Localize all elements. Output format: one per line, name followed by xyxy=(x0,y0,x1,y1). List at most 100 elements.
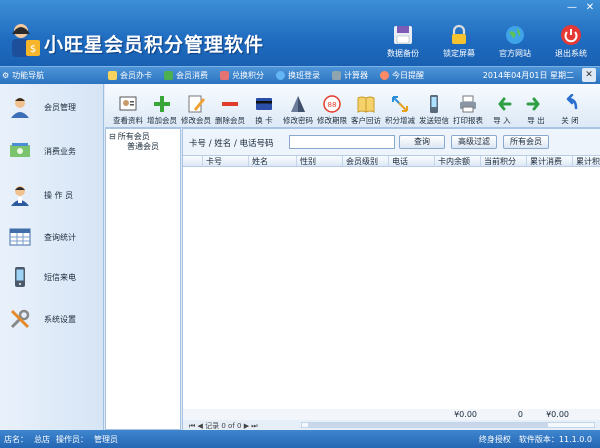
column-header-total-spend[interactable]: 累计消费 xyxy=(527,156,573,166)
tree-root[interactable]: ⊟ 所有会员 xyxy=(109,131,177,141)
quick-calculator[interactable]: 计算器 xyxy=(332,70,368,81)
change-password-button[interactable]: 修改密码 xyxy=(281,84,315,127)
edit-member-button[interactable]: 修改会员 xyxy=(179,84,213,127)
quick-shift[interactable]: 换班登录 xyxy=(276,70,320,81)
advanced-filter-button[interactable]: 高级过滤 xyxy=(451,135,497,149)
scrollbar-thumb[interactable] xyxy=(308,423,548,427)
lock-label: 锁定屏幕 xyxy=(443,49,475,58)
column-header-phone[interactable]: 电话 xyxy=(389,156,435,166)
operator-name: 管理员 xyxy=(94,435,118,444)
toolbar: 查看资料 增加会员 修改会员 删除会员 换 卡 修改密码 88 修改期限 客户回访… xyxy=(105,84,600,128)
sidebar-item-statistics[interactable]: 查询统计 xyxy=(0,216,104,258)
cash-icon xyxy=(10,143,30,157)
expiry-icon: 88 xyxy=(323,95,341,113)
sms-icon xyxy=(430,95,438,113)
plus-icon xyxy=(154,96,170,112)
member-icon xyxy=(11,98,29,118)
quick-reminder-label: 今日提醒 xyxy=(392,71,424,80)
change-card-button[interactable]: 换 卡 xyxy=(247,84,281,127)
column-header-gender[interactable]: 性别 xyxy=(297,156,343,166)
quick-card-issue[interactable]: 会员办卡 xyxy=(108,70,152,81)
version-number: 11.1.0.0 xyxy=(558,435,592,444)
backup-button[interactable]: 数据备份 xyxy=(380,24,426,59)
gift-icon xyxy=(220,71,229,80)
view-profile-button[interactable]: 查看资料 xyxy=(111,84,145,127)
horizontal-scrollbar[interactable] xyxy=(301,422,595,428)
column-header-points[interactable]: 当前积分 xyxy=(481,156,527,166)
minimize-button[interactable]: — xyxy=(566,2,578,14)
quick-consume[interactable]: 会员消费 xyxy=(164,70,208,81)
adjust-points-button[interactable]: 积分增减 xyxy=(383,84,417,127)
tree-collapse-icon[interactable]: ⊟ xyxy=(109,132,116,141)
column-header-name[interactable]: 姓名 xyxy=(249,156,297,166)
add-member-label: 增加会员 xyxy=(147,116,177,125)
backup-label: 数据备份 xyxy=(387,49,419,58)
current-date: 2014年04月01日 星期二 xyxy=(482,71,574,80)
exit-button[interactable]: 退出系统 xyxy=(548,24,594,59)
import-button[interactable]: 导 入 xyxy=(485,84,519,127)
view-icon xyxy=(119,96,137,111)
website-button[interactable]: 官方网站 xyxy=(492,24,538,59)
lock-screen-button[interactable]: 锁定屏幕 xyxy=(436,24,482,59)
search-label: 卡号 / 姓名 / 电话号码 xyxy=(189,139,274,149)
add-member-button[interactable]: 增加会员 xyxy=(145,84,179,127)
svg-text:88: 88 xyxy=(328,101,337,109)
query-button[interactable]: 查询 xyxy=(399,135,445,149)
change-expiry-label: 修改期限 xyxy=(317,116,347,125)
export-button[interactable]: 导 出 xyxy=(519,84,553,127)
nav-header: ⚙ 功能导航 xyxy=(2,70,44,81)
summary-points: 0 xyxy=(517,410,523,419)
column-header-select[interactable] xyxy=(183,156,203,166)
delete-member-button[interactable]: 删除会员 xyxy=(213,84,247,127)
send-sms-label: 发送短信 xyxy=(419,116,449,125)
book-icon xyxy=(357,96,375,113)
table-icon xyxy=(9,228,31,246)
column-header-card-no[interactable]: 卡号 xyxy=(203,156,249,166)
quick-reminder[interactable]: 今日提醒 xyxy=(380,70,424,81)
panel-close-button[interactable]: ✕ xyxy=(582,68,596,82)
export-label: 导 出 xyxy=(527,116,545,125)
pager: ⏮ ◀ 记录 0 of 0 ▶ ⏭ xyxy=(183,420,600,430)
column-header-total-points[interactable]: 累计积分 xyxy=(573,156,600,166)
exit-label: 退出系统 xyxy=(555,49,587,58)
print-report-button[interactable]: 打印报表 xyxy=(451,84,485,127)
window-controls: — ✕ xyxy=(566,2,596,14)
quick-redeem-label: 兑换积分 xyxy=(232,71,264,80)
sidebar-item-sms[interactable]: 短信来电 xyxy=(0,256,104,298)
window-close-button[interactable]: ✕ xyxy=(584,2,596,14)
all-members-button[interactable]: 所有会员 xyxy=(503,135,549,149)
website-label: 官方网站 xyxy=(499,49,531,58)
column-header-balance[interactable]: 卡内余额 xyxy=(435,156,481,166)
print-report-label: 打印报表 xyxy=(453,116,483,125)
key-icon xyxy=(291,96,305,112)
column-header-level[interactable]: 会员级别 xyxy=(343,156,389,166)
send-sms-button[interactable]: 发送短信 xyxy=(417,84,451,127)
sidebar-label-members: 会员管理 xyxy=(44,102,76,112)
alarm-icon xyxy=(380,71,389,80)
change-expiry-button[interactable]: 88 修改期限 xyxy=(315,84,349,127)
app-logo-icon: $ xyxy=(12,24,40,57)
tree-child[interactable]: 普通会员 xyxy=(109,141,177,151)
sidebar-item-operators[interactable]: 操 作 员 xyxy=(0,174,104,216)
sidebar: 会员管理 消费业务 操 作 员 查询统计 短信来电 系统设置 xyxy=(0,84,104,430)
sidebar-label-statistics: 查询统计 xyxy=(44,232,76,242)
system-buttons: 数据备份 锁定屏幕 官方网站 退出系统 xyxy=(380,24,594,59)
sidebar-item-members[interactable]: 会员管理 xyxy=(0,86,104,128)
edit-member-label: 修改会员 xyxy=(181,116,211,125)
close-button[interactable]: 关 闭 xyxy=(553,84,587,127)
search-input[interactable] xyxy=(289,135,395,149)
sidebar-item-consumption[interactable]: 消费业务 xyxy=(0,130,104,172)
sidebar-label-consumption: 消费业务 xyxy=(44,146,76,156)
license-status: 终身授权 xyxy=(478,435,511,444)
sidebar-item-settings[interactable]: 系统设置 xyxy=(0,298,104,340)
svg-text:$: $ xyxy=(30,44,36,55)
swap-card-icon xyxy=(256,98,272,110)
quick-redeem[interactable]: 兑换积分 xyxy=(220,70,264,81)
title-bar: $ 小旺星会员积分管理软件 — ✕ 数据备份 锁定屏幕 官方网站 退出系统 xyxy=(0,0,600,66)
summary-balance: ¥0.00 xyxy=(454,410,477,419)
nav-title: 功能导航 xyxy=(12,71,45,80)
quick-actions: 会员办卡 会员消费 兑换积分 换班登录 计算器 今日提醒 xyxy=(108,70,424,81)
customer-visit-button[interactable]: 客户回访 xyxy=(349,84,383,127)
status-right: 终身授权 软件版本：11.1.0.0 xyxy=(479,434,592,445)
table-summary: ¥0.00 0 ¥0.00 xyxy=(183,409,600,420)
